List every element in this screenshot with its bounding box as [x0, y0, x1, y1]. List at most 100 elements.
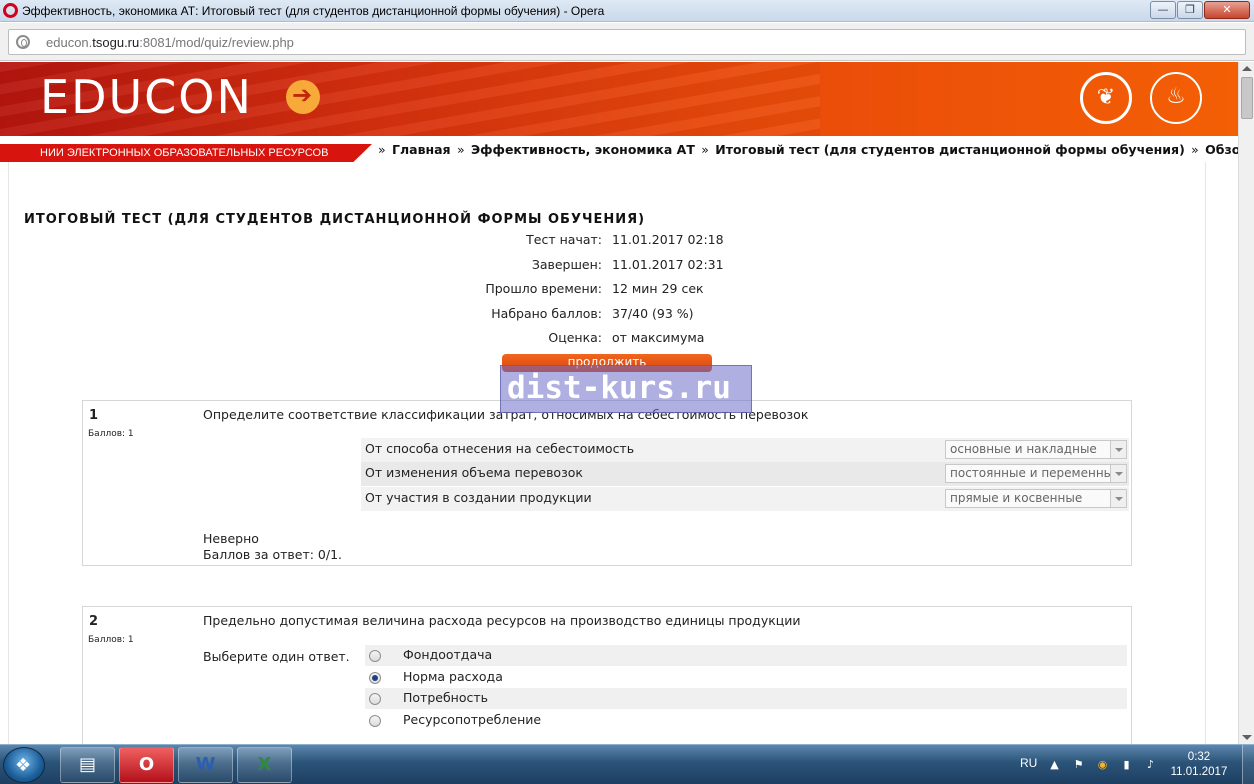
answer-option[interactable]: Норма расхода [365, 667, 1127, 688]
scroll-up-icon[interactable] [1242, 66, 1252, 71]
breadcrumb-separator: » [456, 142, 465, 157]
window-title-bar: Эффективность, экономика АТ: Итоговый те… [0, 0, 1254, 22]
url-field[interactable]: educon.tsogu.ru:8081/mod/quiz/review.php [8, 29, 1246, 55]
answer-option-label: Норма расхода [403, 669, 503, 684]
bird-emblem-icon: ❦ [1080, 72, 1132, 124]
answer-option[interactable]: Ресурсопотребление [365, 710, 1127, 731]
minimize-button[interactable]: — [1150, 1, 1176, 19]
breadcrumb-quiz[interactable]: Итоговый тест (для студентов дистанционн… [715, 142, 1185, 157]
chevron-down-icon [1110, 490, 1126, 507]
summary-label: Оценка: [548, 330, 602, 345]
answer-option[interactable]: Фондоотдача [365, 645, 1127, 666]
opera-logo-icon [3, 3, 18, 18]
summary-value: 11.01.2017 02:18 [612, 232, 724, 247]
action-center-flag-icon[interactable]: ⚑ [1072, 758, 1085, 771]
breadcrumb-course[interactable]: Эффективность, экономика АТ [471, 142, 695, 157]
summary-row: Оценка: от максимума [420, 330, 820, 350]
match-select[interactable]: основные и накладные [945, 440, 1127, 459]
answer-option-label: Ресурсопотребление [403, 712, 542, 727]
question-number: 2 [89, 614, 99, 629]
clock[interactable]: 0:32 11.01.2017 [1168, 750, 1230, 780]
chevron-down-icon [1110, 465, 1126, 482]
summary-label: Прошло времени: [485, 281, 602, 296]
chevron-down-icon [1110, 441, 1126, 458]
excel-icon: X [257, 754, 272, 775]
opera-icon: O [138, 754, 155, 775]
breadcrumb-separator: » [701, 142, 709, 157]
radio-button[interactable] [369, 693, 381, 705]
maximize-button[interactable]: ❐ [1177, 1, 1203, 19]
word-icon: W [195, 754, 216, 775]
answer-option[interactable]: Потребность [365, 688, 1127, 709]
close-button[interactable]: ✕ [1204, 1, 1250, 19]
scroll-down-icon[interactable] [1242, 735, 1252, 740]
question-points: Баллов: 1 [88, 635, 134, 645]
educon-logo[interactable]: EDUCON [40, 70, 253, 124]
watermark: dist-kurs.ru [500, 365, 752, 413]
match-label: От участия в создании продукции [365, 490, 592, 505]
page-viewport: EDUCON ❦ ♨ НИИ ЭЛЕКТРОННЫХ ОБРАЗОВАТЕЛЬН… [0, 62, 1238, 744]
match-label: От способа отнесения на себестоимость [365, 441, 635, 456]
network-icon[interactable]: ▮ [1120, 758, 1133, 771]
summary-value: 11.01.2017 02:31 [612, 257, 724, 272]
question-points: Баллов: 1 [88, 429, 134, 439]
windows-logo-icon: ❖ [15, 755, 32, 776]
taskbar: ❖ ▤ O W X RU ▲ ⚑ ◉ ▮ ♪ 0:32 11.01.2017 [0, 744, 1254, 784]
answer-option-label: Потребность [403, 690, 489, 705]
taskbar-word[interactable]: W [178, 747, 233, 783]
answer-result: Неверно [203, 531, 259, 546]
scroll-thumb[interactable] [1241, 77, 1253, 119]
match-select[interactable]: постоянные и переменные [945, 464, 1127, 483]
match-label: От изменения объема перевозок [365, 465, 583, 480]
answer-option-label: Фондоотдача [403, 647, 493, 662]
site-header-banner: EDUCON ❦ ♨ [0, 62, 1238, 136]
institute-label-text: НИИ ЭЛЕКТРОННЫХ ОБРАЗОВАТЕЛЬНЫХ РЕСУРСОВ [40, 147, 329, 159]
breadcrumb-home[interactable]: Главная [392, 142, 451, 157]
taskbar-opera[interactable]: O [119, 747, 174, 783]
question-number: 1 [89, 408, 99, 423]
site-info-icon[interactable] [16, 35, 30, 49]
breadcrumb-separator: » [378, 142, 386, 157]
clock-time: 0:32 [1187, 751, 1211, 763]
summary-value: 12 мин 29 сек [612, 281, 704, 296]
show-hidden-icons-icon[interactable]: ▲ [1048, 758, 1061, 771]
taskbar-explorer[interactable]: ▤ [60, 747, 115, 783]
radio-button[interactable] [369, 715, 381, 727]
match-select-value: постоянные и переменные [950, 466, 1121, 480]
window-title: Эффективность, экономика АТ: Итоговый те… [22, 4, 605, 18]
url-text[interactable]: educon.tsogu.ru:8081/mod/quiz/review.php [46, 35, 294, 50]
question-1: 1 Баллов: 1 Определите соответствие клас… [82, 400, 1132, 566]
start-button[interactable]: ❖ [3, 747, 45, 783]
summary-value: от максимума [612, 330, 705, 345]
page-title: ИТОГОВЫЙ ТЕСТ (ДЛЯ СТУДЕНТОВ ДИСТАНЦИОНН… [24, 212, 646, 227]
university-emblem-icon: ♨ [1150, 72, 1202, 124]
summary-row: Набрано баллов: 37/40 (93 %) [420, 306, 820, 326]
institute-label: НИИ ЭЛЕКТРОННЫХ ОБРАЗОВАТЕЛЬНЫХ РЕСУРСОВ [0, 144, 372, 162]
vertical-scrollbar[interactable] [1238, 62, 1254, 744]
summary-row: Тест начат: 11.01.2017 02:18 [420, 232, 820, 252]
volume-icon[interactable]: ♪ [1144, 758, 1157, 771]
url-prefix: educon. [46, 35, 93, 50]
match-row: От изменения объема перевозок постоянные… [361, 462, 1129, 486]
choose-one-label: Выберите один ответ. [203, 649, 350, 664]
match-select-value: основные и накладные [950, 442, 1097, 456]
system-tray: RU ▲ ⚑ ◉ ▮ ♪ 0:32 11.01.2017 [1012, 745, 1254, 784]
app-tray-icon[interactable]: ◉ [1096, 758, 1109, 771]
match-row: От способа отнесения на себестоимость ос… [361, 438, 1129, 462]
url-host: tsogu.ru [92, 35, 140, 50]
breadcrumb-review: Обзор [1205, 142, 1238, 157]
match-select[interactable]: прямые и косвенные [945, 489, 1127, 508]
question-2: 2 Баллов: 1 Предельно допустимая величин… [82, 606, 1132, 744]
language-indicator[interactable]: RU [1020, 756, 1037, 770]
match-select-value: прямые и косвенные [950, 491, 1083, 505]
answer-score: Баллов за ответ: 0/1. [203, 547, 343, 562]
watermark-text: dist-kurs.ru [507, 370, 731, 406]
summary-row: Прошло времени: 12 мин 29 сек [420, 281, 820, 301]
radio-button-selected[interactable] [369, 672, 381, 684]
summary-row: Завершен: 11.01.2017 02:31 [420, 257, 820, 277]
radio-button[interactable] [369, 650, 381, 662]
taskbar-excel[interactable]: X [237, 747, 292, 783]
breadcrumb-separator: » [1191, 142, 1199, 157]
show-desktop-button[interactable] [1242, 745, 1254, 784]
summary-value: 37/40 (93 %) [612, 306, 694, 321]
